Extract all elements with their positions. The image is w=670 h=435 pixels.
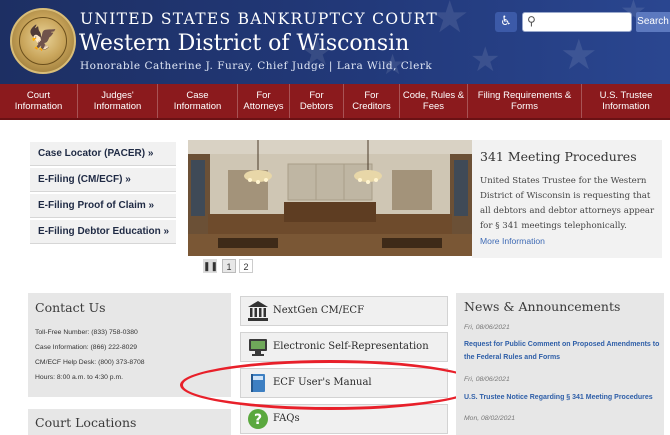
district-name[interactable]: Western District of Wisconsin: [79, 31, 409, 56]
search-button[interactable]: Search: [636, 12, 670, 32]
nav-label: For Creditors: [352, 90, 391, 112]
decorative-star: ★: [560, 30, 598, 79]
nav-label: For Attorneys: [243, 90, 284, 112]
nav-for-creditors[interactable]: For Creditors: [344, 84, 400, 118]
nav-label: For Debtors: [299, 90, 334, 112]
computer-icon: [247, 336, 269, 358]
quick-link-efiling-debtor-education[interactable]: E-Filing Debtor Education »: [30, 220, 176, 244]
news-date: Fri, 08/06/2021: [464, 376, 510, 383]
court-locations-panel[interactable]: Court Locations: [28, 409, 231, 435]
courtroom-illustration: [188, 140, 472, 256]
courthouse-icon: [247, 300, 269, 322]
news-date: Fri, 08/06/2021: [464, 324, 510, 331]
resource-label: Electronic Self-Representation: [273, 341, 429, 352]
resource-label: ECF User's Manual: [273, 377, 372, 388]
nav-label: Filing Requirements & Forms: [477, 90, 572, 112]
nav-for-debtors[interactable]: For Debtors: [290, 84, 344, 118]
judge-clerk-line: Honorable Catherine J. Furay, Chief Judg…: [80, 60, 433, 72]
decorative-star: ★: [470, 40, 501, 80]
resource-label: FAQs: [273, 413, 300, 424]
news-date: Mon, 08/02/2021: [464, 415, 516, 422]
ecf-users-manual-button[interactable]: ECF User's Manual: [240, 368, 448, 398]
nav-label: Code, Rules & Fees: [402, 90, 465, 112]
quick-link-efiling-proof-of-claim[interactable]: E-Filing Proof of Claim »: [30, 194, 176, 218]
more-information-link[interactable]: More Information: [480, 236, 545, 246]
news-headline-link[interactable]: Request for Public Comment on Proposed A…: [464, 338, 660, 364]
contact-title: Contact Us: [35, 300, 106, 315]
accessibility-icon[interactable]: ♿: [495, 12, 517, 32]
news-announcements-panel: News & Announcements Fri, 08/06/2021 Req…: [456, 293, 664, 435]
court-name: UNITED STATES BANKRUPTCY COURT: [80, 10, 439, 28]
news-title: News & Announcements: [464, 299, 621, 314]
contact-hours: Hours: 8:00 a.m. to 4:30 p.m.: [35, 374, 124, 381]
site-header: ★ ★ ★ ★ ★ ★ 🦅 UNITED STATES BANKRUPTCY C…: [0, 0, 670, 84]
nav-label: U.S. Trustee Information: [599, 90, 653, 112]
search-input[interactable]: ⚲: [522, 12, 632, 32]
faqs-button[interactable]: ? FAQs: [240, 404, 448, 434]
featured-announcement-panel: 341 Meeting Procedures United States Tru…: [472, 140, 662, 258]
question-icon: ?: [247, 408, 269, 430]
contact-toll-free: Toll-Free Number: (833) 758-0380: [35, 329, 138, 336]
quick-link-case-locator[interactable]: Case Locator (PACER) »: [30, 142, 176, 166]
contact-case-information: Case Information: (866) 222-8029: [35, 344, 138, 351]
eagle-icon: 🦅: [28, 24, 58, 52]
nextgen-cmecf-button[interactable]: NextGen CM/ECF: [240, 296, 448, 326]
nav-label: Judges' Information: [93, 90, 142, 112]
slide-page-1[interactable]: 1: [222, 259, 236, 273]
nav-case-information[interactable]: Case Information: [158, 84, 238, 118]
nav-court-information[interactable]: Court Information: [0, 84, 78, 118]
court-seal-logo[interactable]: 🦅: [10, 8, 76, 74]
quick-link-efiling-cmecf[interactable]: E-Filing (CM/ECF) »: [30, 168, 176, 192]
court-locations-title: Court Locations: [35, 415, 137, 430]
nav-label: Court Information: [14, 90, 63, 112]
announcement-body: United States Trustee for the Western Di…: [480, 176, 655, 231]
courtroom-slideshow-image[interactable]: [188, 140, 472, 256]
nav-us-trustee-information[interactable]: U.S. Trustee Information: [582, 84, 670, 118]
announcement-title: 341 Meeting Procedures: [480, 149, 637, 164]
main-nav: Court Information Judges' Information Ca…: [0, 84, 670, 120]
nav-code-rules-fees[interactable]: Code, Rules & Fees: [400, 84, 468, 118]
search-icon: ⚲: [527, 14, 536, 28]
contact-us-panel: Contact Us Toll-Free Number: (833) 758-0…: [28, 293, 231, 397]
manual-book-icon: [247, 372, 269, 394]
nav-label: Case Information: [173, 90, 222, 112]
news-headline-link[interactable]: U.S. Trustee Notice Regarding § 341 Meet…: [464, 391, 660, 404]
contact-cmecf-help-desk: CM/ECF Help Desk: (800) 373-8708: [35, 359, 145, 366]
electronic-self-representation-button[interactable]: Electronic Self-Representation: [240, 332, 448, 362]
resource-label: NextGen CM/ECF: [273, 305, 365, 316]
pause-button[interactable]: ❚❚: [203, 259, 218, 273]
nav-filing-requirements-forms[interactable]: Filing Requirements & Forms: [468, 84, 582, 118]
nav-for-attorneys[interactable]: For Attorneys: [238, 84, 290, 118]
nav-judges-information[interactable]: Judges' Information: [78, 84, 158, 118]
svg-text:?: ?: [254, 412, 262, 428]
slide-page-2[interactable]: 2: [239, 259, 253, 273]
